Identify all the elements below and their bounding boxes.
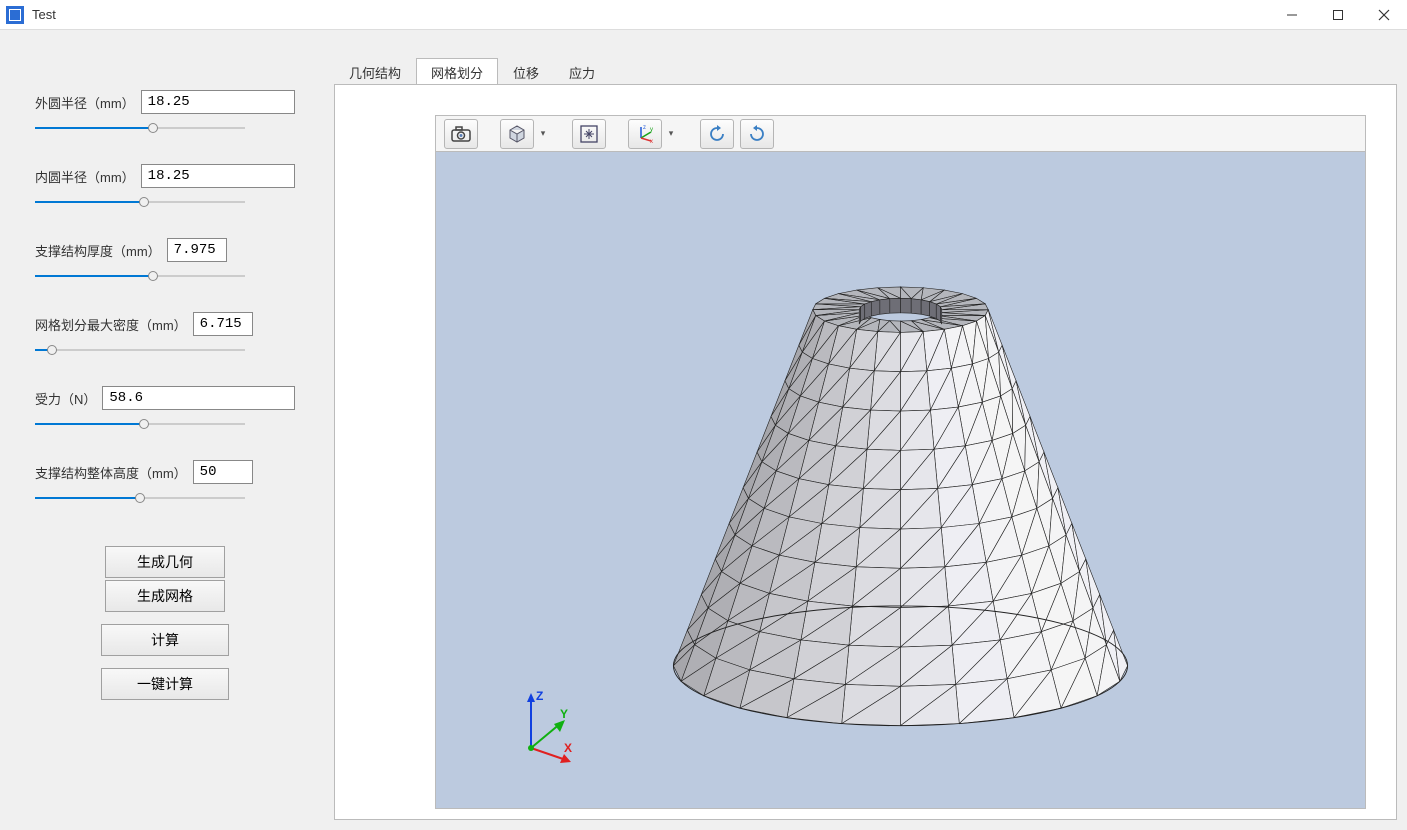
svg-text:x: x [650,139,653,144]
param-group: 外圆半径（mm） [35,90,295,136]
main-panel: 几何结构网格划分位移应力 ▾ zy x ▾ [330,30,1407,830]
param-group: 支撑结构厚度（mm） [35,238,295,284]
param-label: 支撑结构厚度（mm） [35,241,161,260]
param-label: 受力（N） [35,389,96,408]
camera-icon[interactable] [444,119,478,149]
param-input[interactable] [102,386,295,410]
fit-icon[interactable] [572,119,606,149]
cube-dropdown-icon[interactable]: ▾ [536,128,550,139]
tab[interactable]: 网格划分 [416,58,498,84]
maximize-button[interactable] [1315,0,1361,30]
rotate-cw-icon[interactable] [740,119,774,149]
title-bar: Test [0,0,1407,30]
param-slider[interactable] [35,268,245,284]
axes-dropdown-icon[interactable]: ▾ [664,128,678,139]
param-slider[interactable] [35,194,245,210]
cube-icon[interactable] [500,119,534,149]
param-label: 内圆半径（mm） [35,167,135,186]
close-button[interactable] [1361,0,1407,30]
generate-geometry-button[interactable]: 生成几何 [105,546,225,578]
param-slider[interactable] [35,490,245,506]
param-group: 受力（N） [35,386,295,432]
param-slider[interactable] [35,416,245,432]
mesh-canvas[interactable]: Z Y X [436,152,1365,808]
param-input[interactable] [141,164,295,188]
param-label: 外圆半径（mm） [35,93,135,112]
parameter-sidebar: 外圆半径（mm） 内圆半径（mm） 支撑结构厚度（mm） 网格划分最大密度（mm） 受力… [0,30,330,830]
svg-text:X: X [564,741,572,755]
param-input[interactable] [167,238,227,262]
rotate-ccw-icon[interactable] [700,119,734,149]
svg-text:Z: Z [536,689,543,703]
compute-button[interactable]: 计算 [101,624,229,656]
svg-text:z: z [643,125,646,131]
one-click-compute-button[interactable]: 一键计算 [101,668,229,700]
tab-bar: 几何结构网格划分位移应力 [330,58,1407,84]
tab[interactable]: 应力 [554,58,610,84]
viewport-toolbar: ▾ zy x ▾ [436,116,1365,152]
param-slider[interactable] [35,342,245,358]
param-input[interactable] [193,312,253,336]
app-icon [6,6,24,24]
param-label: 支撑结构整体高度（mm） [35,463,187,482]
axes-icon[interactable]: zy x [628,119,662,149]
param-input[interactable] [141,90,295,114]
param-input[interactable] [193,460,253,484]
param-label: 网格划分最大密度（mm） [35,315,187,334]
param-slider[interactable] [35,120,245,136]
viewport-3d[interactable]: ▾ zy x ▾ [435,115,1366,809]
window-title: Test [32,7,1269,22]
param-group: 内圆半径（mm） [35,164,295,210]
generate-mesh-button[interactable]: 生成网格 [105,580,225,612]
svg-text:y: y [650,127,653,133]
tab[interactable]: 几何结构 [334,58,416,84]
param-group: 网格划分最大密度（mm） [35,312,295,358]
axis-triad: Z Y X [516,688,586,768]
svg-text:Y: Y [560,707,568,721]
param-group: 支撑结构整体高度（mm） [35,460,295,506]
minimize-button[interactable] [1269,0,1315,30]
tab[interactable]: 位移 [498,58,554,84]
